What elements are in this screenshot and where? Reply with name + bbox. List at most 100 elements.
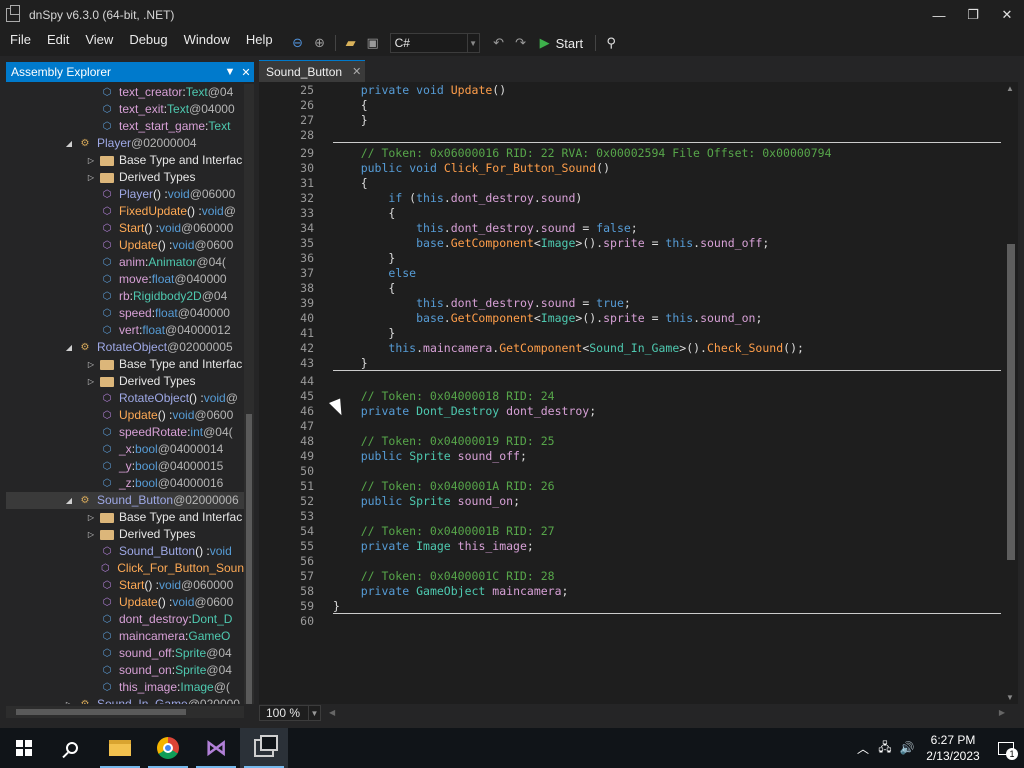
menu-view[interactable]: View	[77, 30, 121, 56]
code-line[interactable]: 30 public void Click_For_Button_Sound()	[259, 161, 1004, 176]
tree-item[interactable]: ◢ ⚙ Player @02000004	[6, 135, 244, 152]
tree-item[interactable]: ⬡ text_creator : Text @04	[6, 84, 244, 101]
code-line[interactable]: 60	[259, 614, 1004, 629]
menu-window[interactable]: Window	[176, 30, 238, 56]
tree-item[interactable]: ⬡ vert : float @04000012	[6, 322, 244, 339]
tree-item[interactable]: ⬡ speed : float @040000	[6, 305, 244, 322]
start-menu-button[interactable]	[0, 728, 48, 768]
code-line[interactable]: 28	[259, 128, 1004, 143]
start-debug-button[interactable]: ▶ Start	[540, 35, 583, 51]
panel-menu-chevron-icon[interactable]: ▼	[222, 66, 238, 78]
chrome-taskbar-button[interactable]	[144, 728, 192, 768]
expander-chevron-icon[interactable]: ◢	[64, 492, 74, 509]
code-line[interactable]: 37 else	[259, 266, 1004, 281]
menu-edit[interactable]: Edit	[39, 30, 77, 56]
tree-item[interactable]: ⬡ Update() : void @0600	[6, 407, 244, 424]
network-icon[interactable]: 🖧	[874, 738, 896, 759]
code-line[interactable]: 43 }	[259, 356, 1004, 371]
tree-item[interactable]: ▷ Derived Types	[6, 169, 244, 186]
taskbar-clock[interactable]: 6:27 PM 2/13/2023	[918, 732, 988, 764]
tree-item[interactable]: ⬡ _y : bool @04000015	[6, 458, 244, 475]
code-line[interactable]: 38 {	[259, 281, 1004, 296]
dnspy-taskbar-button[interactable]	[240, 728, 288, 768]
panel-close-icon[interactable]: ✕	[238, 66, 254, 79]
scrollbar-thumb[interactable]	[1007, 244, 1015, 560]
code-line[interactable]: 29 // Token: 0x06000016 RID: 22 RVA: 0x0…	[259, 146, 1004, 161]
tree-item[interactable]: ▷ Derived Types	[6, 526, 244, 543]
scrollbar-thumb[interactable]	[246, 414, 252, 704]
code-line[interactable]: 33 {	[259, 206, 1004, 221]
code-line[interactable]: 40 base.GetComponent<Image>().sprite = t…	[259, 311, 1004, 326]
navigate-forward-icon[interactable]: ⊕	[309, 32, 331, 54]
tree-item[interactable]: ⬡ Start() : void @060000	[6, 577, 244, 594]
tree-item[interactable]: ⬡ Start() : void @060000	[6, 220, 244, 237]
assembly-explorer-tree[interactable]: ⬡ text_creator : Text @04 ⬡ text_exit : Tex…	[6, 84, 244, 704]
expander-chevron-icon[interactable]: ◢	[64, 339, 74, 356]
code-line[interactable]: 35 base.GetComponent<Image>().sprite = t…	[259, 236, 1004, 251]
taskbar-search-button[interactable]	[48, 728, 96, 768]
show-hidden-icons-chevron-icon[interactable]: ︿	[852, 740, 874, 757]
code-editor[interactable]: 25 private void Update() 26 {27 } 28 29 // …	[259, 82, 1004, 704]
save-icon[interactable]: ▣	[362, 32, 384, 54]
tree-item[interactable]: ▷ Base Type and Interfac	[6, 509, 244, 526]
code-line[interactable]: 31 {	[259, 176, 1004, 191]
code-line[interactable]: 50	[259, 464, 1004, 479]
scroll-left-icon[interactable]: ◀	[329, 708, 335, 717]
code-line[interactable]: 58 private GameObject maincamera;	[259, 584, 1004, 599]
code-line[interactable]: 48 // Token: 0x04000019 RID: 25	[259, 434, 1004, 449]
file-explorer-taskbar-button[interactable]	[96, 728, 144, 768]
code-line[interactable]: 59}	[259, 599, 1004, 614]
code-line[interactable]: 47	[259, 419, 1004, 434]
scroll-up-icon[interactable]: ▲	[1006, 84, 1014, 93]
tree-item[interactable]: ◢ ⚙ Sound_Button @02000006	[6, 492, 244, 509]
expander-chevron-icon[interactable]: ▷	[86, 373, 96, 390]
code-line[interactable]: 25 private void Update()	[259, 83, 1004, 98]
tree-item[interactable]: ▷ Base Type and Interfac	[6, 356, 244, 373]
redo-icon[interactable]: ↷	[510, 32, 532, 54]
undo-icon[interactable]: ↶	[488, 32, 510, 54]
tree-item[interactable]: ⬡ Update() : void @0600	[6, 237, 244, 254]
restore-button[interactable]: ❐	[956, 0, 990, 30]
code-line[interactable]: 41 }	[259, 326, 1004, 341]
editor-vertical-scrollbar[interactable]: ▲ ▼	[1004, 82, 1018, 704]
tree-item[interactable]: ⬡ RotateObject() : void @	[6, 390, 244, 407]
visual-studio-taskbar-button[interactable]: ⋈	[192, 728, 240, 768]
explorer-horizontal-scrollbar[interactable]	[6, 706, 244, 718]
tree-item[interactable]: ⬡ Sound_Button() : void	[6, 543, 244, 560]
tree-item[interactable]: ▷ Base Type and Interfac	[6, 152, 244, 169]
tree-item[interactable]: ⬡ this_image : Image @(	[6, 679, 244, 696]
tree-item[interactable]: ⬡ FixedUpdate() : void @	[6, 203, 244, 220]
tree-item[interactable]: ⬡ Player() : void @06000	[6, 186, 244, 203]
tree-item[interactable]: ⬡ text_exit : Text @04000	[6, 101, 244, 118]
menu-help[interactable]: Help	[238, 30, 281, 56]
expander-chevron-icon[interactable]: ▷	[64, 696, 74, 704]
action-center-button[interactable]: 1	[988, 728, 1024, 768]
scroll-down-icon[interactable]: ▼	[1006, 693, 1014, 702]
expander-chevron-icon[interactable]: ▷	[86, 526, 96, 543]
code-line[interactable]: 34 this.dont_destroy.sound = false;	[259, 221, 1004, 236]
code-line[interactable]: 52 public Sprite sound_on;	[259, 494, 1004, 509]
tree-item[interactable]: ⬡ _z : bool @04000016	[6, 475, 244, 492]
tree-item[interactable]: ⬡ rb : Rigidbody2D @04	[6, 288, 244, 305]
tab-close-icon[interactable]: ✕	[352, 65, 361, 78]
code-line[interactable]: 36 }	[259, 251, 1004, 266]
volume-icon[interactable]: 🔊	[896, 741, 918, 755]
code-line[interactable]: 56	[259, 554, 1004, 569]
zoom-select[interactable]: 100 % ▼	[259, 705, 321, 721]
menu-debug[interactable]: Debug	[121, 30, 175, 56]
tree-item[interactable]: ⬡ speedRotate : int @04(	[6, 424, 244, 441]
tree-item[interactable]: ⬡ Click_For_Button_Soun	[6, 560, 244, 577]
code-line[interactable]: 26 {	[259, 98, 1004, 113]
tree-item[interactable]: ⬡ sound_off : Sprite @04	[6, 645, 244, 662]
close-button[interactable]: ✕	[990, 0, 1024, 30]
code-line[interactable]: 44	[259, 374, 1004, 389]
code-line[interactable]: 55 private Image this_image;	[259, 539, 1004, 554]
tree-item[interactable]: ⬡ maincamera : GameO	[6, 628, 244, 645]
code-line[interactable]: 53	[259, 509, 1004, 524]
code-line[interactable]: 27 }	[259, 113, 1004, 128]
scroll-right-icon[interactable]: ▶	[999, 708, 1005, 717]
code-line[interactable]: 51 // Token: 0x0400001A RID: 26	[259, 479, 1004, 494]
tree-item[interactable]: ⬡ dont_destroy : Dont_D	[6, 611, 244, 628]
code-line[interactable]: 57 // Token: 0x0400001C RID: 28	[259, 569, 1004, 584]
tree-item[interactable]: ⬡ text_start_game : Text	[6, 118, 244, 135]
